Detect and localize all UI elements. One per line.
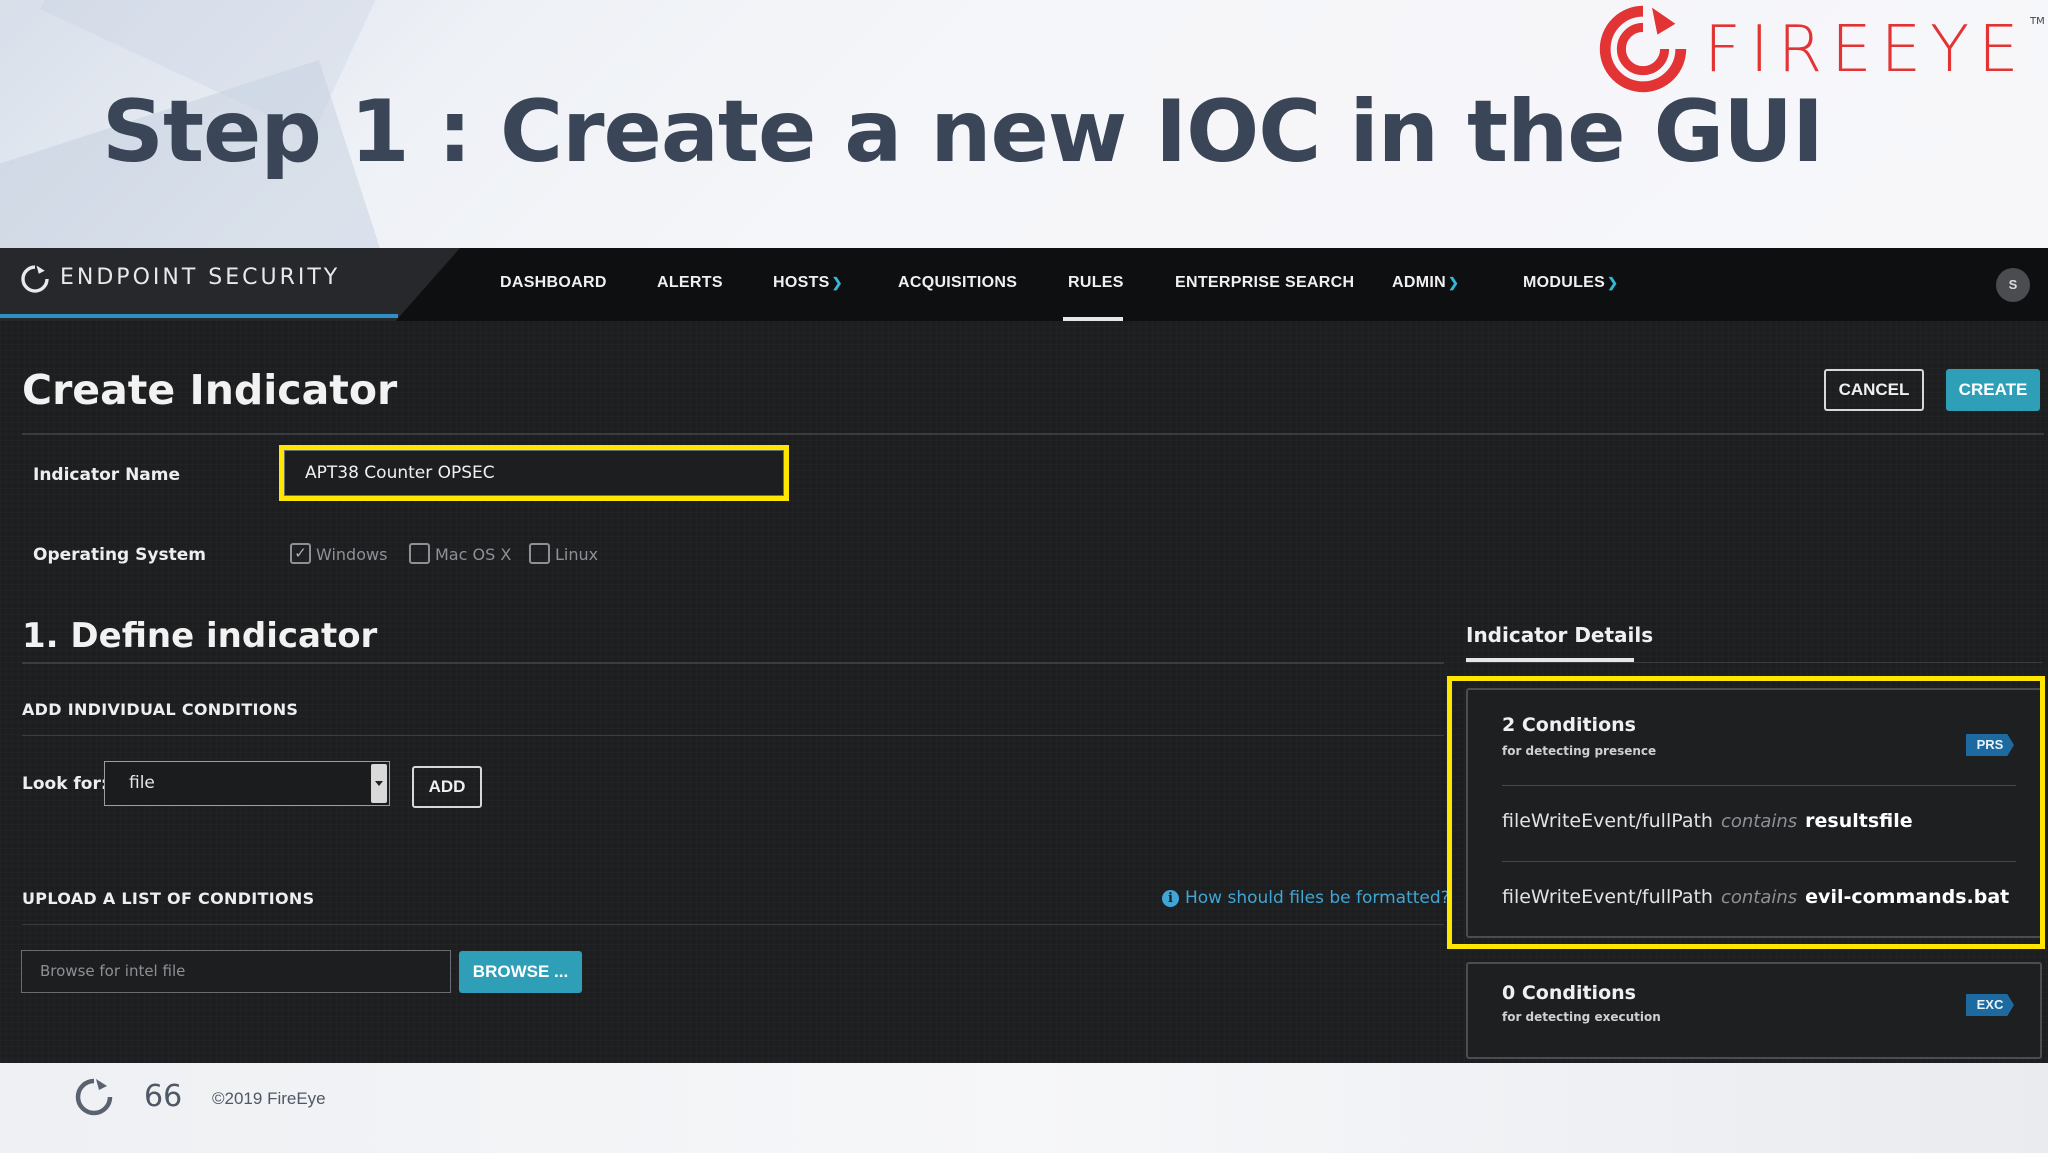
execution-conditions-card: 0 Conditions for detecting execution EXC (1466, 962, 2042, 1059)
page-title: Create Indicator (22, 366, 398, 414)
divider (1466, 662, 2042, 663)
brand-wordmark: FIREEYE (1704, 13, 2028, 87)
highlight-box (279, 445, 789, 501)
format-help-link[interactable]: i How should files be formatted? (1162, 888, 1450, 908)
nav-label: ACQUISITIONS (898, 274, 1018, 291)
help-link-text: How should files be formatted? (1185, 888, 1450, 908)
endpoint-security-app: ENDPOINT SECURITY DASHBOARD ALERTS HOSTS… (0, 248, 2048, 1063)
intel-file-input[interactable]: Browse for intel file (21, 950, 451, 993)
operating-system-label: Operating System (33, 545, 206, 565)
nav-enterprise-search[interactable]: ENTERPRISE SEARCH (1175, 274, 1354, 292)
top-navigation: ENDPOINT SECURITY DASHBOARD ALERTS HOSTS… (0, 248, 2048, 321)
nav-label: ADMIN (1392, 274, 1446, 291)
os-option-label: Windows (316, 545, 388, 564)
chevron-down-icon: ❯ (831, 275, 843, 290)
os-option-label: Mac OS X (435, 545, 512, 564)
nav-dashboard[interactable]: DASHBOARD (500, 274, 607, 292)
brand-tab-underline (0, 314, 398, 318)
copyright: ©2019 FireEye (212, 1089, 326, 1108)
divider (22, 735, 1444, 736)
define-indicator-heading: 1. Define indicator (22, 616, 378, 656)
os-option-windows[interactable]: ✓ Windows (290, 543, 388, 568)
add-conditions-heading: ADD INDIVIDUAL CONDITIONS (22, 700, 299, 719)
checkbox-icon[interactable] (409, 543, 430, 564)
slide-header: Step 1 : Create a new IOC in the GUI FIR… (0, 0, 2048, 248)
os-option-macos[interactable]: Mac OS X (409, 543, 512, 568)
slide-title: Step 1 : Create a new IOC in the GUI (102, 82, 1824, 182)
dropdown-arrow-icon[interactable] (371, 764, 387, 803)
divider (22, 433, 2044, 435)
info-icon: i (1162, 890, 1179, 907)
nav-label: ENTERPRISE SEARCH (1175, 274, 1355, 291)
nav-admin[interactable]: ADMIN ❯ (1392, 274, 1459, 292)
cancel-button[interactable]: CANCEL (1824, 369, 1924, 411)
add-button[interactable]: ADD (412, 766, 482, 808)
look-for-select[interactable]: file (104, 761, 390, 806)
nav-label: MODULES (1523, 274, 1606, 291)
nav-label: HOSTS (773, 274, 830, 291)
app-logo-icon[interactable] (20, 264, 50, 294)
upload-conditions-heading: UPLOAD A LIST OF CONDITIONS (22, 889, 315, 908)
nav-label: RULES (1068, 274, 1124, 291)
avatar[interactable]: S (1996, 268, 2030, 302)
exc-tag: EXC (1966, 994, 2014, 1016)
nav-alerts[interactable]: ALERTS (657, 274, 723, 292)
browse-button[interactable]: BROWSE ... (459, 951, 582, 993)
nav-label: DASHBOARD (500, 274, 607, 291)
nav-modules[interactable]: MODULES ❯ (1523, 274, 1618, 292)
look-for-value: file (129, 773, 155, 793)
page-number: 66 (144, 1079, 183, 1114)
chevron-down-icon: ❯ (1447, 275, 1460, 290)
nav-rules[interactable]: RULES (1068, 274, 1124, 292)
chevron-down-icon: ❯ (1607, 275, 1619, 290)
trademark-mark: TM (2030, 16, 2045, 27)
app-name[interactable]: ENDPOINT SECURITY (60, 265, 340, 290)
execution-count: 0 Conditions (1502, 982, 1636, 1004)
slide-footer: 66 ©2019 FireEye (0, 1063, 2048, 1153)
indicator-details-tab[interactable]: Indicator Details (1466, 623, 1653, 647)
indicator-name-label: Indicator Name (33, 465, 181, 485)
checkbox-checked-icon[interactable]: ✓ (290, 543, 311, 564)
fireeye-logo-icon (75, 1078, 113, 1116)
fireeye-logo-icon (1599, 5, 1687, 93)
os-option-label: Linux (555, 545, 599, 564)
execution-subtitle: for detecting execution (1502, 1010, 1661, 1024)
os-option-linux[interactable]: Linux (529, 543, 599, 568)
nav-acquisitions[interactable]: ACQUISITIONS (898, 274, 1017, 292)
divider (22, 924, 1444, 925)
create-button[interactable]: CREATE (1946, 369, 2040, 411)
nav-active-indicator (1063, 317, 1123, 321)
nav-label: ALERTS (657, 274, 723, 291)
highlight-box (1447, 676, 2045, 949)
look-for-label: Look for: (22, 774, 108, 794)
divider (22, 662, 1444, 664)
nav-hosts[interactable]: HOSTS ❯ (773, 274, 843, 292)
checkbox-icon[interactable] (529, 543, 550, 564)
